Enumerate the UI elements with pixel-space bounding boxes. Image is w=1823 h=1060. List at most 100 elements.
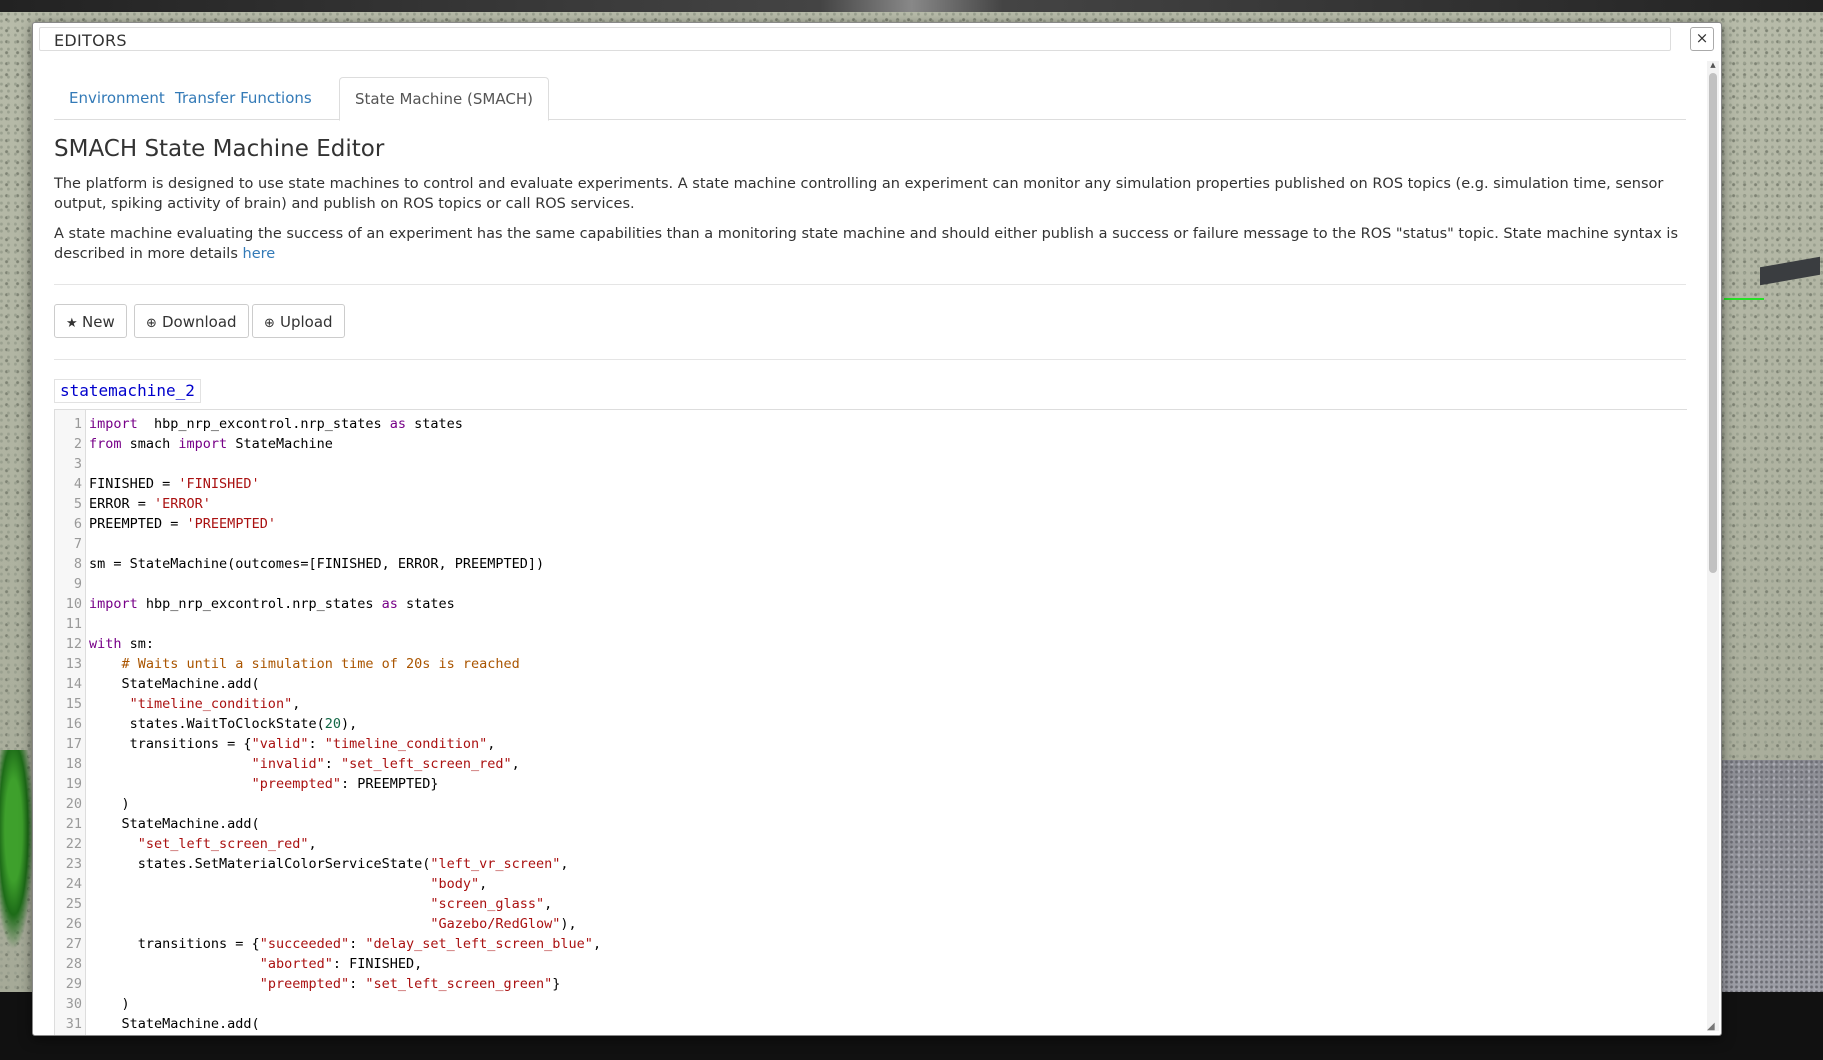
code-text: states.WaitToClockState(20), (89, 716, 358, 732)
star-icon: ★ (66, 316, 78, 331)
scroll-up-arrow-icon[interactable]: ▲ (1709, 61, 1717, 69)
modal-title: EDITORS (54, 31, 127, 50)
code-line[interactable]: 13 # Waits until a simulation time of 20… (55, 654, 520, 674)
scrollbar-thumb[interactable] (1709, 73, 1717, 573)
code-line[interactable]: 18 "invalid": "set_left_screen_red", (55, 754, 520, 774)
modal-header[interactable]: EDITORS (39, 27, 1671, 51)
divider (54, 284, 1686, 285)
syntax-help-link[interactable]: here (243, 246, 276, 262)
code-line[interactable]: 28 "aborted": FINISHED, (55, 954, 423, 974)
line-number: 31 (65, 1016, 82, 1032)
code-line[interactable]: 26 "Gazebo/RedGlow"), (55, 914, 577, 934)
code-text: PREEMPTED = 'PREEMPTED' (89, 516, 276, 532)
code-text: "timeline_condition", (129, 696, 301, 712)
code-line[interactable]: 3 (55, 454, 82, 474)
line-number: 25 (65, 896, 82, 912)
code-line[interactable]: 10 import hbp_nrp_excontrol.nrp_states as… (55, 594, 455, 614)
code-line[interactable]: 6 PREEMPTED = 'PREEMPTED' (55, 514, 276, 534)
code-text: from smach import StateMachine (89, 436, 333, 452)
code-text: import hbp_nrp_excontrol.nrp_states as s… (89, 416, 463, 432)
ceiling (0, 0, 1823, 12)
code-line[interactable]: 12 with sm: (55, 634, 154, 654)
code-line[interactable]: 19 "preempted": PREEMPTED} (55, 774, 439, 794)
code-line[interactable]: 16 states.WaitToClockState(20), (55, 714, 358, 734)
code-line[interactable]: 25 "screen_glass", (55, 894, 553, 914)
line-number: 5 (73, 496, 82, 512)
code-line[interactable]: 2 from smach import StateMachine (55, 434, 333, 454)
code-line[interactable]: 22 "set_left_screen_red", (55, 834, 317, 854)
code-text: "screen_glass", (430, 896, 553, 912)
code-line[interactable]: 24 "body", (55, 874, 488, 894)
divider (54, 359, 1686, 360)
resize-grip-icon[interactable]: ◢ (1707, 1021, 1719, 1033)
code-line[interactable]: 7 (55, 534, 82, 554)
line-number: 8 (73, 556, 82, 572)
code-line[interactable]: 31 StateMachine.add( (55, 1014, 260, 1034)
code-text: FINISHED = 'FINISHED' (89, 476, 260, 492)
line-number: 28 (65, 956, 82, 972)
tab-transfer-functions[interactable]: Transfer Functions (160, 77, 327, 118)
close-button[interactable]: × (1690, 27, 1714, 51)
code-line[interactable]: 9 (55, 574, 82, 594)
tab-state-machine[interactable]: State Machine (SMACH) (339, 77, 549, 121)
download-button[interactable]: ⊕ Download (134, 304, 249, 338)
line-number: 2 (73, 436, 82, 452)
line-number: 29 (65, 976, 82, 992)
code-text: "set_left_screen_red", (137, 836, 317, 852)
editors-modal: EDITORS × Environment Transfer Functions… (32, 22, 1722, 1036)
code-line[interactable]: 30 ) (55, 994, 130, 1014)
upload-button[interactable]: ⊕ Upload (252, 304, 345, 338)
line-number: 14 (65, 676, 82, 692)
code-text: with sm: (89, 636, 155, 652)
line-number: 12 (65, 636, 82, 652)
code-line[interactable]: 8 sm = StateMachine(outcomes=[FINISHED, E… (55, 554, 544, 574)
line-number: 15 (65, 696, 82, 712)
line-number: 10 (65, 596, 82, 612)
code-line[interactable]: 23 states.SetMaterialColorServiceState("… (55, 854, 569, 874)
code-text: "aborted": FINISHED, (259, 956, 423, 972)
code-line[interactable]: 14 StateMachine.add( (55, 674, 260, 694)
line-number: 22 (65, 836, 82, 852)
description-paragraph-1: The platform is designed to use state ma… (54, 176, 1664, 212)
line-number: 4 (73, 476, 82, 492)
line-number: 3 (73, 456, 82, 472)
code-line[interactable]: 4 FINISHED = 'FINISHED' (55, 474, 260, 494)
line-number: 18 (65, 756, 82, 772)
code-text: transitions = {"valid": "timeline_condit… (89, 736, 496, 752)
code-text: ) (89, 796, 130, 812)
code-text: "invalid": "set_left_screen_red", (251, 756, 520, 772)
code-text: states.SetMaterialColorServiceState("lef… (89, 856, 569, 872)
code-text: # Waits until a simulation time of 20s i… (121, 656, 520, 672)
download-button-label: Download (162, 313, 237, 331)
code-line[interactable]: 15 "timeline_condition", (55, 694, 301, 714)
code-editor[interactable]: 1 import hbp_nrp_excontrol.nrp_states as … (54, 409, 1687, 1035)
code-line[interactable]: 29 "preempted": "set_left_screen_green"} (55, 974, 561, 994)
line-number: 11 (65, 616, 82, 632)
new-button[interactable]: ★ New (54, 304, 127, 338)
plant-model (0, 750, 34, 950)
line-number: 7 (73, 536, 82, 552)
line-number: 9 (73, 576, 82, 592)
code-text: StateMachine.add( (89, 1016, 260, 1032)
code-line[interactable]: 5 ERROR = 'ERROR' (55, 494, 211, 514)
line-number: 6 (73, 516, 82, 532)
new-button-label: New (82, 313, 115, 331)
line-number: 27 (65, 936, 82, 952)
line-number: 13 (65, 656, 82, 672)
code-line[interactable]: 11 (55, 614, 82, 634)
code-line[interactable]: 17 transitions = {"valid": "timeline_con… (55, 734, 496, 754)
code-text: ) (89, 996, 130, 1012)
line-number: 19 (65, 776, 82, 792)
upload-icon: ⊕ (264, 316, 275, 331)
download-icon: ⊕ (146, 316, 157, 331)
code-line[interactable]: 20 ) (55, 794, 130, 814)
sensor-ray (1724, 298, 1764, 300)
code-text: ERROR = 'ERROR' (89, 496, 211, 512)
code-line[interactable]: 1 import hbp_nrp_excontrol.nrp_states as … (55, 414, 463, 434)
page-title: SMACH State Machine Editor (54, 136, 385, 162)
code-text: transitions = {"succeeded": "delay_set_l… (89, 936, 602, 952)
code-line[interactable]: 21 StateMachine.add( (55, 814, 260, 834)
code-text: sm = StateMachine(outcomes=[FINISHED, ER… (89, 556, 545, 572)
statemachine-name-field[interactable]: statemachine_2 (54, 379, 201, 403)
code-line[interactable]: 27 transitions = {"succeeded": "delay_se… (55, 934, 601, 954)
